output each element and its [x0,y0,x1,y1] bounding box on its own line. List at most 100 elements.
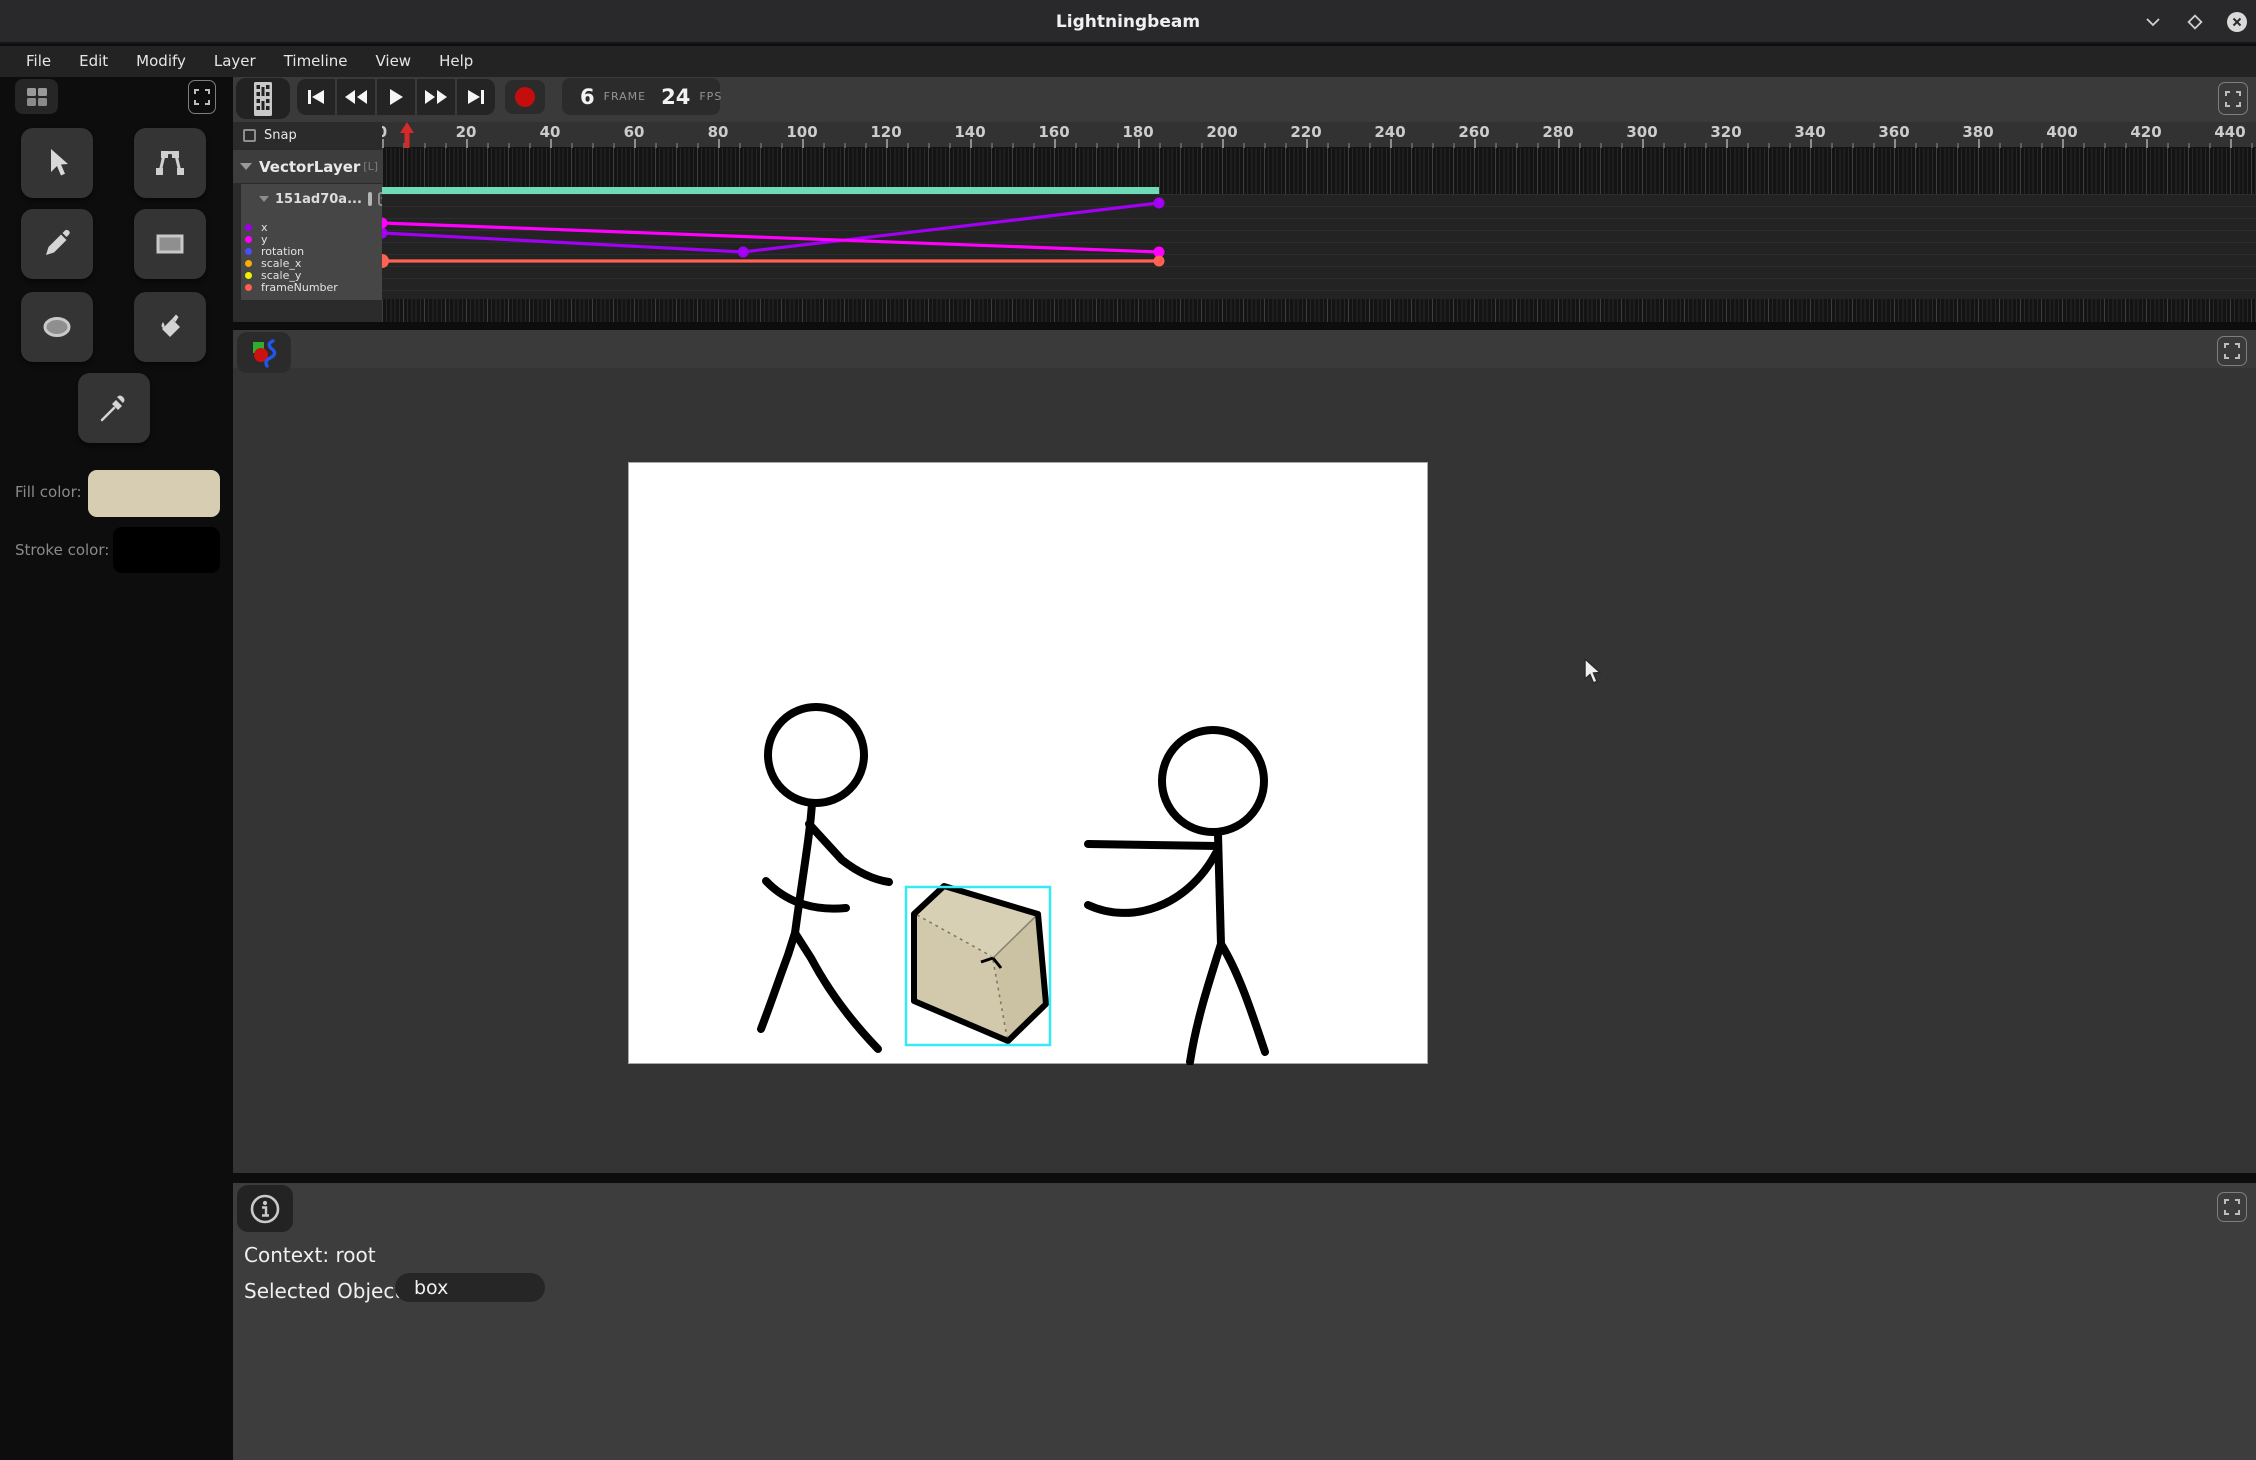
frame-ruler[interactable]: 0204060801001201401601802002202402602803… [382,122,2256,148]
layer-subpanel: 151ad70a... ~ xyrotationscale_xscale_yfr… [241,184,382,300]
frame-counter: 6 FRAME 24 FPS [562,78,720,115]
transform-nodes-icon [152,145,188,181]
tool-paint-bucket-button[interactable] [134,292,206,362]
stick-figure-left[interactable] [761,707,889,1049]
film-strip-button[interactable] [236,78,290,119]
menu-help[interactable]: Help [425,46,487,77]
layer-suffix: [L] [363,160,378,173]
property-row-frameNumber[interactable]: frameNumber [245,281,380,293]
stick-figure-right[interactable] [1088,730,1265,1062]
record-icon [514,86,536,108]
tool-transform-button[interactable] [134,128,206,198]
ruler-tick [1390,139,1392,148]
panel-divider [233,1173,2256,1183]
inspector-expand-button[interactable] [2217,1192,2247,1222]
tool-ellipse-button[interactable] [21,292,93,362]
keyframe-frameNumber[interactable] [382,254,389,268]
skip-to-start-button[interactable] [297,79,335,115]
ruler-tick [1642,139,1644,148]
keyframe-x[interactable] [738,247,749,258]
shapes-button[interactable] [237,332,291,373]
pencil-icon [39,226,75,262]
close-icon[interactable] [2226,11,2248,33]
skip-to-end-button[interactable] [457,79,495,115]
keyframe-y[interactable] [382,218,388,229]
minimize-icon[interactable] [2142,11,2164,33]
menu-view[interactable]: View [361,46,425,77]
rewind-button[interactable] [337,79,375,115]
box-object[interactable] [914,886,1046,1041]
selected-object-input[interactable] [395,1273,545,1302]
timeline-tracks[interactable] [382,148,2256,322]
context-text: Context: root [244,1243,376,1267]
property-row-x[interactable]: x [245,221,380,233]
play-icon [388,88,404,106]
collapse-triangle-icon[interactable] [240,163,252,170]
canvas-panel [233,330,2256,1173]
tool-select-button[interactable] [21,128,93,198]
canvas-header [233,330,2256,368]
keyframe-x[interactable] [382,228,388,239]
record-button[interactable] [505,80,545,114]
tool-rectangle-button[interactable] [134,209,206,279]
ruler-tick [634,139,636,148]
info-button[interactable] [237,1185,293,1232]
timeline-expand-button[interactable] [2218,82,2248,115]
collapse-triangle-icon[interactable] [259,196,269,202]
expand-icon [2223,1198,2241,1216]
snap-checkbox[interactable] [243,129,256,142]
stroke-color-label: Stroke color: [15,541,109,559]
object-visibility-button[interactable] [368,192,372,206]
snap-label: Snap [264,128,297,143]
animation-curves[interactable] [382,148,2256,322]
ruler-tick [1810,139,1812,148]
fps-value: 24 [661,85,690,109]
fast-forward-button[interactable] [417,79,455,115]
snap-control: Snap [233,122,382,148]
frame-value: 6 [580,85,595,109]
panel-grid-button[interactable] [15,79,58,114]
ruler-tick [1894,139,1896,148]
skip-start-icon [306,89,326,105]
ruler-tick [2062,139,2064,148]
timeline-panel: 6 FRAME 24 FPS Snap 02040608010012014016… [233,77,2256,322]
playhead[interactable] [399,122,415,148]
layer-row-vectorlayer[interactable]: VectorLayer [L] [233,150,382,183]
stroke-color-swatch[interactable] [113,527,220,573]
keyframe-frameNumber[interactable] [1154,256,1165,267]
info-icon [249,1193,281,1225]
play-button[interactable] [377,79,415,115]
property-color-dot [245,260,252,267]
keyframe-x[interactable] [1154,198,1165,209]
fill-color-swatch[interactable] [88,470,220,517]
menu-layer[interactable]: Layer [200,46,270,77]
ruler-tick [466,139,468,148]
menu-file[interactable]: File [12,46,65,77]
maximize-icon[interactable] [2184,11,2206,33]
object-row[interactable]: 151ad70a... ~ [241,188,382,210]
fps-unit-label: FPS [699,90,722,103]
stage[interactable] [628,462,1428,1064]
window-title: Lightningbeam [0,0,2256,44]
expand-icon [2224,90,2242,108]
rectangle-icon [152,226,188,262]
mouse-cursor [1583,658,1605,690]
skip-end-icon [466,89,486,105]
menu-bar: FileEditModifyLayerTimelineViewHelp [0,46,2256,77]
canvas-expand-button[interactable] [2217,336,2247,366]
menu-modify[interactable]: Modify [122,46,200,77]
fast-forward-icon [424,89,448,105]
menu-timeline[interactable]: Timeline [270,46,362,77]
property-row-rotation[interactable]: rotation [245,245,380,257]
tool-eyedropper-button[interactable] [78,373,150,443]
property-color-dot [245,224,252,231]
tools-expand-button[interactable] [188,80,216,114]
menu-edit[interactable]: Edit [65,46,122,77]
property-row-scale_x[interactable]: scale_x [245,257,380,269]
tool-pencil-button[interactable] [21,209,93,279]
ruler-tick [970,139,972,148]
property-row-scale_y[interactable]: scale_y [245,269,380,281]
ruler-tick [1726,139,1728,148]
expand-icon [193,88,211,106]
property-row-y[interactable]: y [245,233,380,245]
